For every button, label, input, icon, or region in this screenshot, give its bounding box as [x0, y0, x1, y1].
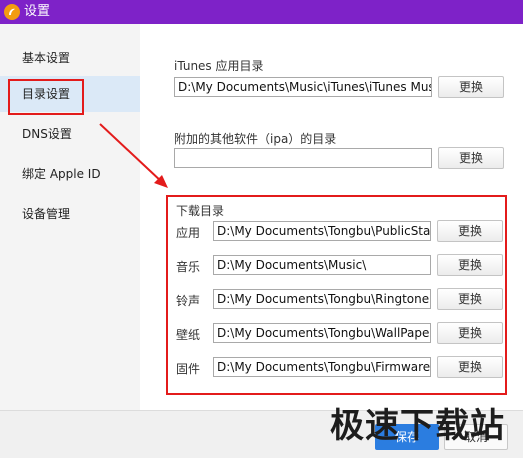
- download-row-label: 壁纸: [176, 328, 201, 342]
- download-row-label: 音乐: [176, 260, 201, 274]
- sidebar-item-device-management[interactable]: 设备管理: [0, 196, 140, 232]
- title-bar: 设置: [0, 0, 523, 24]
- wallpaper-dir-field[interactable]: D:\My Documents\Tongbu\WallPape: [213, 323, 431, 343]
- app-dir-field[interactable]: D:\My Documents\Tongbu\PublicStag: [213, 221, 431, 241]
- download-row-label: 固件: [176, 362, 201, 376]
- ipa-dir-field[interactable]: [174, 148, 432, 168]
- itunes-dir-field[interactable]: D:\My Documents\Music\iTunes\iTunes Mus: [174, 77, 432, 97]
- download-dir-title: 下载目录: [176, 204, 225, 218]
- wallpaper-dir-change-button[interactable]: 更换: [437, 322, 503, 344]
- itunes-change-button[interactable]: 更换: [438, 76, 504, 98]
- music-dir-field[interactable]: D:\My Documents\Music\: [213, 255, 431, 275]
- music-dir-change-button[interactable]: 更换: [437, 254, 503, 276]
- ipa-dir-label: 附加的其他软件（ipa）的目录: [174, 132, 337, 146]
- firmware-dir-field[interactable]: D:\My Documents\Tongbu\Firmware\: [213, 357, 431, 377]
- download-row-label: 应用: [176, 226, 201, 240]
- download-row-label: 铃声: [176, 294, 201, 308]
- sidebar-item-directory-settings[interactable]: 目录设置: [0, 76, 140, 112]
- app-dir-change-button[interactable]: 更换: [437, 220, 503, 242]
- ringtone-dir-change-button[interactable]: 更换: [437, 288, 503, 310]
- window-title: 设置: [24, 4, 51, 19]
- ipa-change-button[interactable]: 更换: [438, 147, 504, 169]
- sidebar-item-dns-settings[interactable]: DNS设置: [0, 116, 140, 152]
- watermark-logo: 极速下载站: [330, 406, 505, 446]
- itunes-dir-label: iTunes 应用目录: [174, 59, 264, 73]
- directory-settings-panel: iTunes 应用目录 D:\My Documents\Music\iTunes…: [140, 24, 523, 410]
- firmware-dir-change-button[interactable]: 更换: [437, 356, 503, 378]
- settings-sidebar: 基本设置 目录设置 DNS设置 绑定 Apple ID 设备管理: [0, 24, 140, 410]
- sidebar-item-bind-apple-id[interactable]: 绑定 Apple ID: [0, 156, 140, 192]
- app-logo-icon: [4, 4, 20, 20]
- sidebar-item-basic-settings[interactable]: 基本设置: [0, 40, 140, 76]
- ringtone-dir-field[interactable]: D:\My Documents\Tongbu\Ringtone: [213, 289, 431, 309]
